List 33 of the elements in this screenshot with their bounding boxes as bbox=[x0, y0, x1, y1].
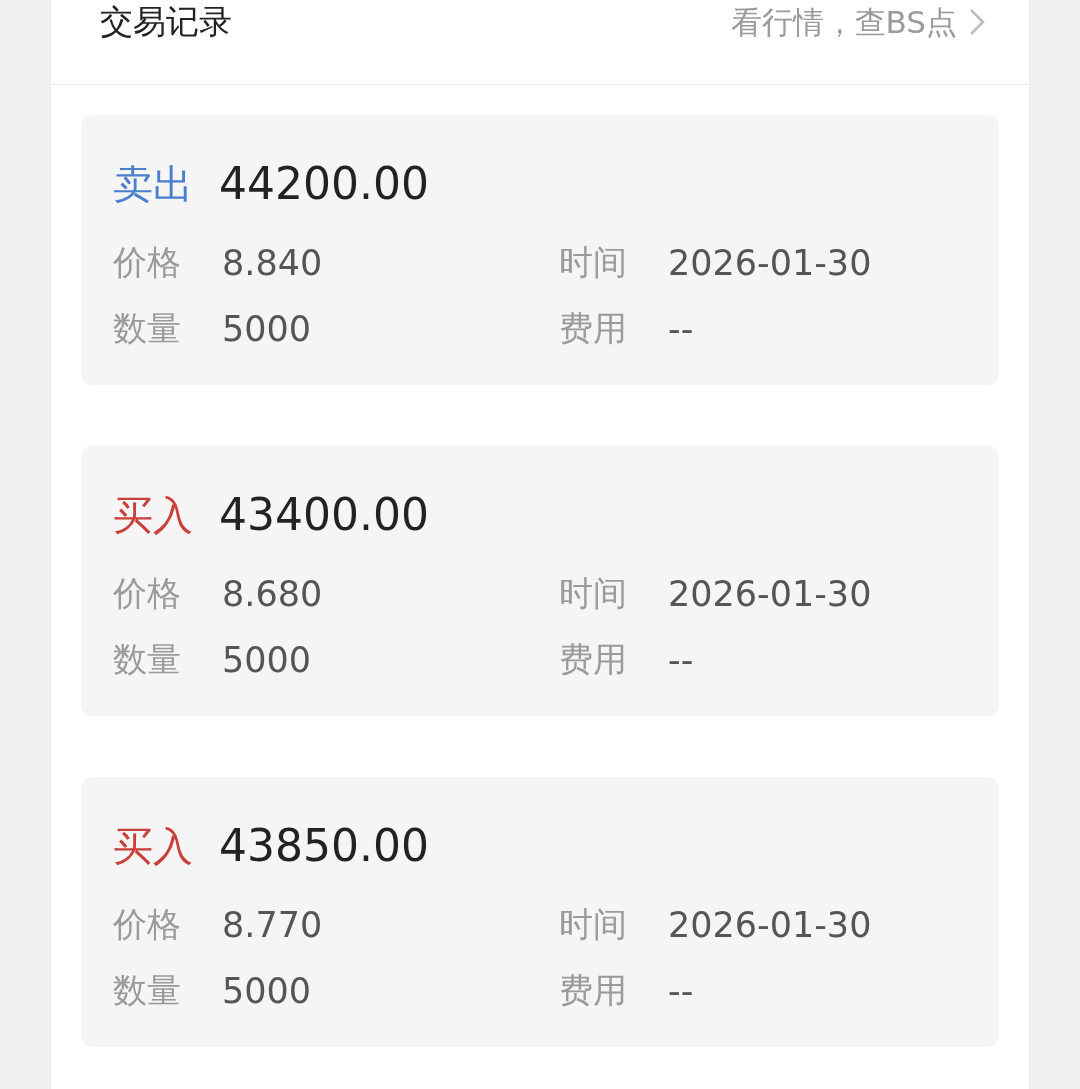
field-label: 价格 bbox=[113, 572, 182, 615]
trade-type: 买入 bbox=[113, 822, 193, 871]
page-title: 交易记录 bbox=[100, 1, 232, 43]
field-value: 8.680 bbox=[222, 574, 323, 614]
field-label: 数量 bbox=[113, 638, 182, 681]
field-label: 时间 bbox=[559, 572, 628, 615]
field-value: 2026-01-30 bbox=[668, 905, 872, 945]
field-value: -- bbox=[668, 971, 694, 1011]
field-value: -- bbox=[668, 309, 694, 349]
field-value: 8.840 bbox=[222, 243, 323, 283]
field-label: 价格 bbox=[113, 903, 182, 946]
field-label: 费用 bbox=[559, 307, 628, 350]
trade-amount: 43400.00 bbox=[219, 490, 429, 540]
field-label: 费用 bbox=[559, 969, 628, 1012]
trade-type: 买入 bbox=[113, 491, 193, 540]
field-label: 数量 bbox=[113, 969, 182, 1012]
trade-amount: 43850.00 bbox=[219, 821, 429, 871]
field-label: 费用 bbox=[559, 638, 628, 681]
field-value: 5000 bbox=[222, 640, 312, 680]
field-value: 5000 bbox=[222, 971, 312, 1011]
field-value: -- bbox=[668, 640, 694, 680]
field-value: 2026-01-30 bbox=[668, 243, 872, 283]
field-label: 时间 bbox=[559, 903, 628, 946]
trade-amount: 44200.00 bbox=[219, 159, 429, 209]
field-value: 8.770 bbox=[222, 905, 323, 945]
field-label: 数量 bbox=[113, 307, 182, 350]
trade-type: 卖出 bbox=[113, 160, 193, 209]
market-link[interactable]: 看行情，查BS点 bbox=[730, 0, 985, 44]
field-label: 时间 bbox=[559, 241, 628, 284]
field-value: 2026-01-30 bbox=[668, 574, 872, 614]
chevron-right-icon bbox=[969, 8, 985, 36]
field-value: 5000 bbox=[222, 309, 312, 349]
field-label: 价格 bbox=[113, 241, 182, 284]
